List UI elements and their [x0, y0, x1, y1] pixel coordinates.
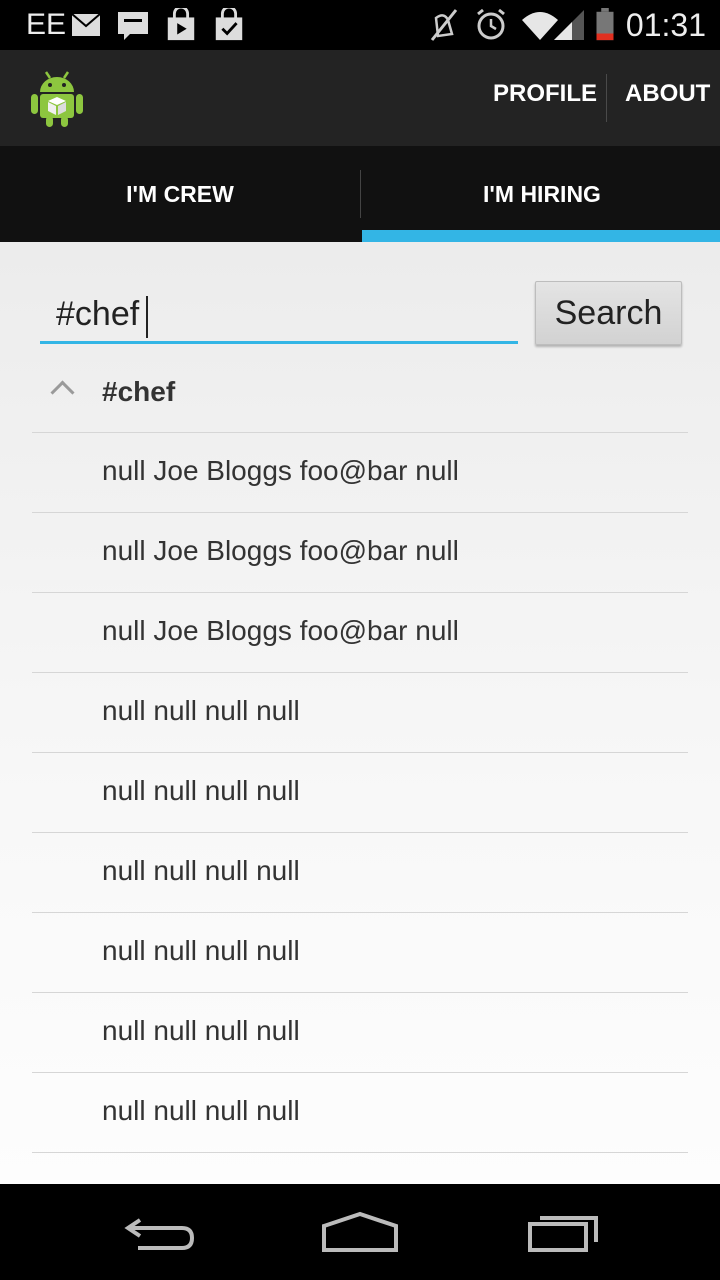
list-item-text: null null null null: [102, 775, 300, 806]
tab-crew[interactable]: I'M CREW: [0, 146, 360, 242]
clock: 01:31: [625, 7, 706, 43]
chevron-up-icon: [50, 380, 75, 405]
alarm-icon: [477, 8, 505, 40]
about-button[interactable]: ABOUT: [625, 80, 710, 108]
action-divider: [606, 74, 607, 122]
list-item-text: null Joe Bloggs foo@bar null: [102, 455, 459, 486]
list-item-text: null null null null: [102, 855, 300, 886]
recent-apps-icon[interactable]: [524, 1208, 604, 1256]
mute-icon: [430, 9, 458, 41]
group-label: #chef: [102, 376, 176, 407]
list-item[interactable]: null null null null: [32, 673, 688, 753]
android-logo-icon[interactable]: [30, 68, 84, 128]
list-item[interactable]: null null null null: [32, 993, 688, 1073]
signal-icon: [554, 10, 584, 40]
list-item[interactable]: null null null null: [32, 753, 688, 833]
list-item-text: null null null null: [102, 695, 300, 726]
list-item-text: null null null null: [102, 1095, 300, 1126]
profile-button[interactable]: PROFILE: [493, 80, 597, 108]
battery-icon: [596, 8, 614, 41]
shopping-bag-icon: [167, 8, 195, 41]
list-item[interactable]: null null null null: [32, 913, 688, 993]
navigation-bar: [0, 1184, 720, 1280]
tab-bar: I'M CREW I'M HIRING: [0, 146, 720, 242]
back-icon[interactable]: [120, 1208, 200, 1256]
list-item-text: null Joe Bloggs foo@bar null: [102, 615, 459, 646]
mail-icon: [71, 13, 101, 36]
list-item[interactable]: null Joe Bloggs foo@bar null: [32, 513, 688, 593]
main-content: Search #chef null Joe Bloggs foo@bar nul…: [0, 242, 720, 1184]
home-icon[interactable]: [320, 1208, 400, 1256]
status-bar: EE 01:31: [0, 0, 720, 50]
list-item[interactable]: null Joe Bloggs foo@bar null: [32, 593, 688, 673]
search-button[interactable]: Search: [535, 281, 682, 345]
list-item-text: null null null null: [102, 935, 300, 966]
tab-hiring[interactable]: I'M HIRING: [362, 146, 720, 242]
selected-tab-indicator: [362, 230, 720, 242]
text-caret: [146, 296, 148, 338]
list-item[interactable]: null null null null: [32, 833, 688, 913]
results-list: null Joe Bloggs foo@bar null null Joe Bl…: [32, 433, 688, 1153]
list-item-text: null Joe Bloggs foo@bar null: [102, 535, 459, 566]
chat-icon: [118, 12, 148, 40]
action-bar: PROFILE ABOUT: [0, 50, 720, 146]
checked-bag-icon: [215, 8, 243, 41]
group-header[interactable]: #chef: [32, 352, 688, 433]
list-item[interactable]: null Joe Bloggs foo@bar null: [32, 433, 688, 513]
search-input[interactable]: [40, 288, 518, 344]
carrier-label: EE: [26, 8, 67, 41]
list-item-text: null null null null: [102, 1015, 300, 1046]
list-item[interactable]: null null null null: [32, 1073, 688, 1153]
tab-divider: [360, 170, 361, 218]
